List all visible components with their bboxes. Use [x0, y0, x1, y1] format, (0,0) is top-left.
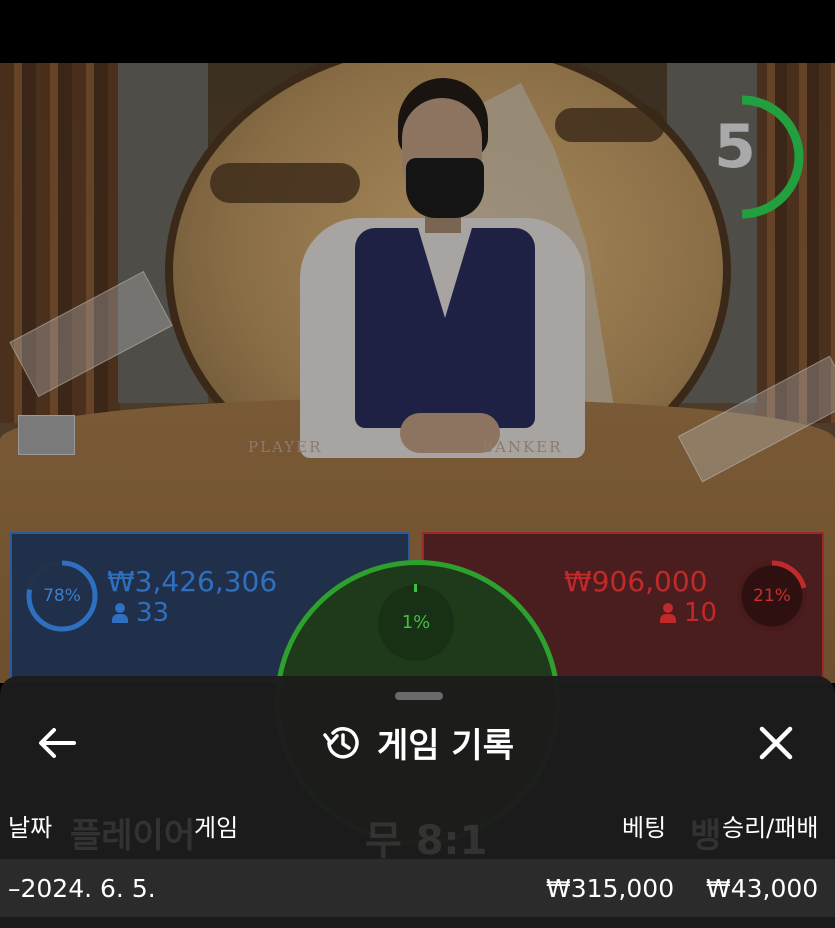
player-percent-ring: 78% [24, 558, 100, 634]
banker-percent: 21% [753, 586, 791, 606]
person-icon [112, 603, 128, 623]
countdown-number: 5 [714, 112, 756, 182]
table-label-player: PLAYER [248, 438, 323, 456]
top-black-bar [0, 0, 835, 63]
card-stack [18, 415, 75, 455]
person-icon [660, 603, 676, 623]
row-date: –2024. 6. 5. [8, 874, 156, 903]
history-icon [323, 726, 359, 759]
dealer [290, 78, 590, 478]
column-header-result[interactable]: 승리/패배 [722, 816, 818, 840]
row-bet: ₩315,000 [546, 874, 675, 903]
banker-bettor-count: 10 [660, 600, 717, 626]
banker-percent-ring: 21% [734, 558, 810, 634]
table-label-banker: BANKER [482, 438, 563, 456]
sheet-title: 게임 기록 [377, 726, 514, 766]
sheet-header: 게임 기록 [0, 718, 835, 768]
tie-percent: 1% [378, 585, 454, 661]
player-percent: 78% [43, 586, 81, 606]
column-header-date[interactable]: 날짜 [8, 816, 52, 840]
player-bettor-count: 33 [112, 600, 169, 626]
banker-bet-amount: ₩906,000 [564, 565, 708, 598]
close-icon [759, 726, 793, 760]
table-row[interactable]: –2024. 6. 5. ₩315,000 ₩43,000 [0, 859, 835, 917]
tie-percent-tick [414, 584, 417, 592]
sheet-drag-handle[interactable] [395, 692, 443, 700]
countdown-timer: 5 [712, 95, 804, 219]
column-header-bet[interactable]: 베팅 [622, 816, 666, 840]
close-button[interactable] [748, 718, 804, 768]
game-history-sheet: 플레이어 무 8:1 뱅 게임 기록 날짜 게임 베팅 승리/패배 –2024.… [0, 676, 835, 928]
row-result: ₩43,000 [706, 874, 819, 903]
column-header-game[interactable]: 게임 [194, 816, 238, 840]
player-bet-amount: ₩3,426,306 [107, 565, 278, 598]
